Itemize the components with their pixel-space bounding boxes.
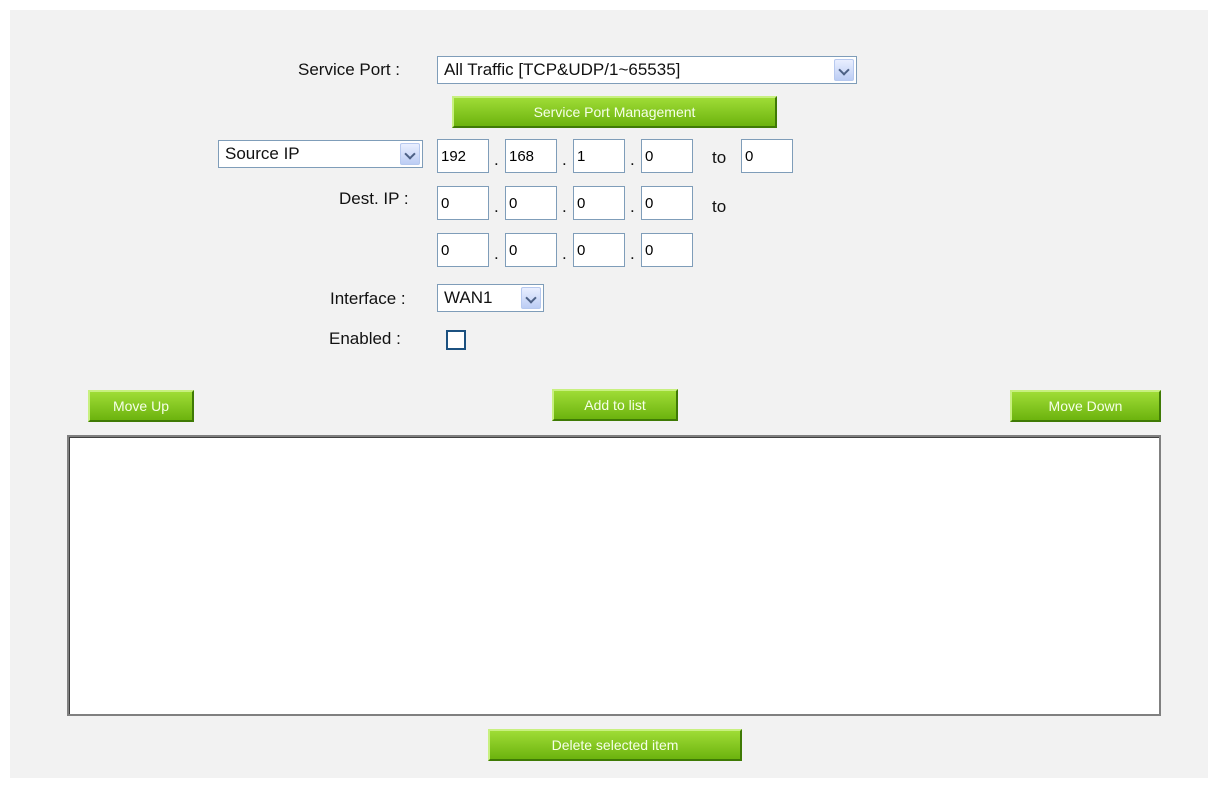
- service-port-select[interactable]: All Traffic [TCP&UDP/1~65535]: [437, 56, 857, 84]
- move-down-button[interactable]: Move Down: [1010, 390, 1161, 422]
- service-port-label: Service Port :: [298, 60, 401, 79]
- interface-selected: WAN1: [444, 288, 493, 307]
- service-port-selected: All Traffic [TCP&UDP/1~65535]: [444, 60, 681, 79]
- chevron-down-icon: [400, 143, 420, 165]
- ip-separator-dot: .: [630, 244, 635, 263]
- rule-list[interactable]: [67, 435, 1161, 716]
- ip-separator-dot: .: [562, 197, 567, 216]
- interface-label: Interface :: [330, 289, 406, 308]
- ip-separator-dot: .: [494, 197, 499, 216]
- dest-ip-from-octet-3[interactable]: [573, 186, 625, 220]
- dest-ip-to-octet-4[interactable]: [641, 233, 693, 267]
- dest-ip-from-octet-1[interactable]: [437, 186, 489, 220]
- dest-to-label: to: [712, 197, 727, 216]
- delete-selected-item-button[interactable]: Delete selected item: [488, 729, 742, 761]
- source-type-selected: Source IP: [225, 144, 300, 163]
- source-to-label: to: [712, 148, 727, 167]
- dest-ip-from-octet-4[interactable]: [641, 186, 693, 220]
- move-up-button[interactable]: Move Up: [88, 390, 194, 422]
- interface-select[interactable]: WAN1: [437, 284, 544, 312]
- add-to-list-button[interactable]: Add to list: [552, 389, 678, 421]
- source-ip-octet-1[interactable]: [437, 139, 489, 173]
- ip-separator-dot: .: [562, 150, 567, 169]
- enabled-label: Enabled :: [329, 329, 401, 348]
- chevron-down-icon: [834, 59, 854, 81]
- source-ip-octet-4[interactable]: [641, 139, 693, 173]
- dest-ip-to-octet-2[interactable]: [505, 233, 557, 267]
- source-ip-octet-3[interactable]: [573, 139, 625, 173]
- ip-separator-dot: .: [562, 244, 567, 263]
- ip-separator-dot: .: [630, 150, 635, 169]
- source-ip-to-octet[interactable]: [741, 139, 793, 173]
- source-ip-octet-2[interactable]: [505, 139, 557, 173]
- ip-separator-dot: .: [494, 244, 499, 263]
- ip-separator-dot: .: [494, 150, 499, 169]
- dest-ip-label: Dest. IP :: [339, 189, 409, 208]
- ip-separator-dot: .: [630, 197, 635, 216]
- dest-ip-to-octet-1[interactable]: [437, 233, 489, 267]
- dest-ip-to-octet-3[interactable]: [573, 233, 625, 267]
- enabled-checkbox[interactable]: [446, 330, 466, 350]
- service-port-management-button[interactable]: Service Port Management: [452, 96, 777, 128]
- dest-ip-from-octet-2[interactable]: [505, 186, 557, 220]
- source-type-select[interactable]: Source IP: [218, 140, 423, 168]
- chevron-down-icon: [521, 287, 541, 309]
